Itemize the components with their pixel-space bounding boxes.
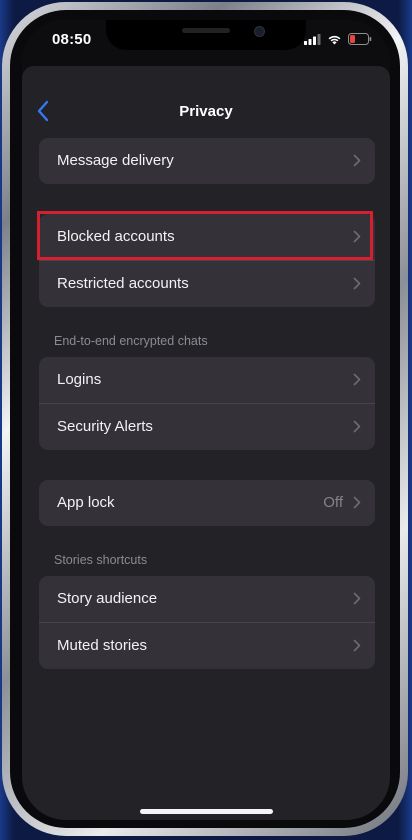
row-blocked-accounts[interactable]: Blocked accounts — [39, 214, 375, 260]
row-label: Blocked accounts — [57, 228, 175, 245]
row-logins[interactable]: Logins — [39, 357, 375, 403]
section-label-e2e: End-to-end encrypted chats — [54, 334, 208, 348]
chevron-right-icon — [353, 592, 361, 605]
row-label: Restricted accounts — [57, 275, 189, 292]
settings-group-e2e: Logins Security Alerts — [39, 357, 375, 450]
row-app-lock[interactable]: App lock Off — [39, 480, 375, 526]
settings-group-delivery: Message delivery — [39, 138, 375, 184]
row-story-audience[interactable]: Story audience — [39, 576, 375, 622]
status-bar: 08:50 — [22, 20, 390, 60]
page-title: Privacy — [179, 103, 233, 120]
chevron-right-icon — [353, 277, 361, 290]
row-message-delivery[interactable]: Message delivery — [39, 138, 375, 184]
home-indicator[interactable] — [140, 809, 273, 814]
row-security-alerts[interactable]: Security Alerts — [39, 403, 375, 450]
chevron-right-icon — [353, 373, 361, 386]
chevron-right-icon — [353, 154, 361, 167]
cellular-signal-icon — [304, 33, 321, 45]
status-icons — [304, 32, 372, 46]
front-camera — [254, 26, 265, 37]
chevron-right-icon — [353, 230, 361, 243]
settings-group-accounts: Blocked accounts Restricted accounts — [39, 214, 375, 307]
notch — [106, 20, 306, 50]
speaker-grille — [182, 28, 230, 33]
row-label: Muted stories — [57, 637, 148, 654]
section-label-stories: Stories shortcuts — [54, 553, 148, 567]
status-time: 08:50 — [52, 31, 92, 48]
row-label: App lock — [57, 494, 115, 511]
settings-group-app-lock: App lock Off — [39, 480, 375, 526]
wifi-icon — [328, 35, 341, 44]
chevron-right-icon — [353, 639, 361, 652]
row-muted-stories[interactable]: Muted stories — [39, 622, 375, 669]
row-label: Message delivery — [57, 152, 174, 169]
app-lock-status: Off — [323, 494, 343, 511]
row-label: Logins — [57, 371, 102, 388]
chevron-right-icon — [353, 420, 361, 433]
row-restricted-accounts[interactable]: Restricted accounts — [39, 260, 375, 307]
settings-group-stories: Story audience Muted stories — [39, 576, 375, 669]
battery-low-icon — [348, 33, 372, 45]
row-label: Story audience — [57, 590, 158, 607]
phone-screen: 08:50 Privacy Message delivery Blocked a… — [22, 20, 390, 820]
chevron-right-icon — [353, 496, 361, 509]
row-label: Security Alerts — [57, 418, 153, 435]
